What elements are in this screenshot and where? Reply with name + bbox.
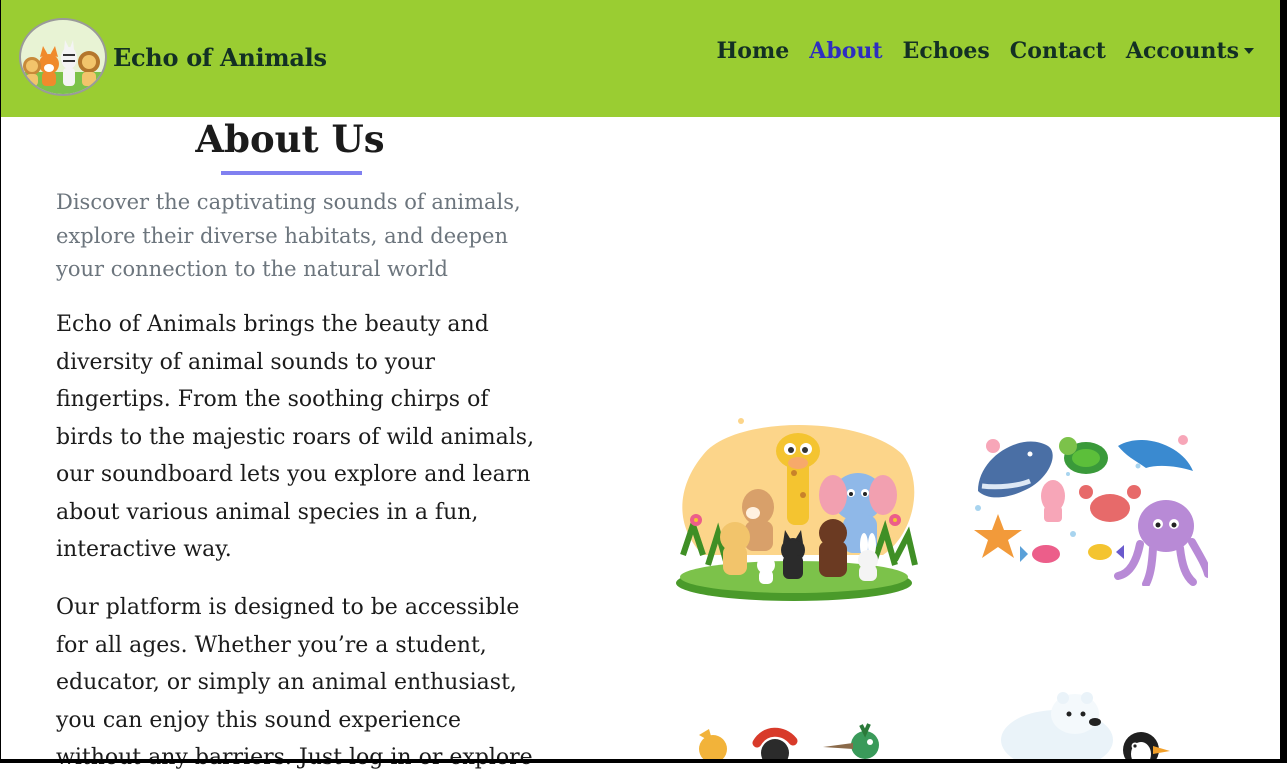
sea-animals-illustration bbox=[968, 426, 1212, 588]
nav-accounts-label: Accounts bbox=[1125, 38, 1239, 64]
title-underline bbox=[221, 171, 362, 175]
caret-down-icon bbox=[1244, 48, 1254, 54]
nav-accounts-dropdown[interactable]: Accounts bbox=[1126, 38, 1254, 64]
brand-name[interactable]: Echo of Animals bbox=[113, 43, 327, 72]
birds-illustration bbox=[695, 715, 895, 767]
nav-about[interactable]: About bbox=[809, 38, 882, 64]
nav-echoes[interactable]: Echoes bbox=[903, 38, 990, 64]
nav-contact[interactable]: Contact bbox=[1010, 38, 1106, 64]
brand[interactable]: Echo of Animals bbox=[19, 18, 327, 96]
page-title: About Us bbox=[195, 117, 385, 161]
lead-text: Discover the captivating sounds of anima… bbox=[56, 190, 521, 281]
window-bottom-border bbox=[0, 759, 1287, 763]
about-paragraph-2: Our platform is designed to be accessibl… bbox=[56, 595, 533, 770]
navbar: Echo of Animals Home About Echoes Contac… bbox=[1, 0, 1280, 117]
nav-links: Home About Echoes Contact Accounts bbox=[697, 38, 1254, 64]
window-right-border bbox=[1280, 0, 1287, 763]
polar-animals-illustration bbox=[995, 688, 1175, 770]
nav-home[interactable]: Home bbox=[717, 38, 790, 64]
animal-friends-logo-icon[interactable] bbox=[19, 18, 107, 96]
about-paragraph-1: Echo of Animals brings the beauty and di… bbox=[56, 312, 535, 562]
land-animals-illustration bbox=[663, 415, 925, 605]
